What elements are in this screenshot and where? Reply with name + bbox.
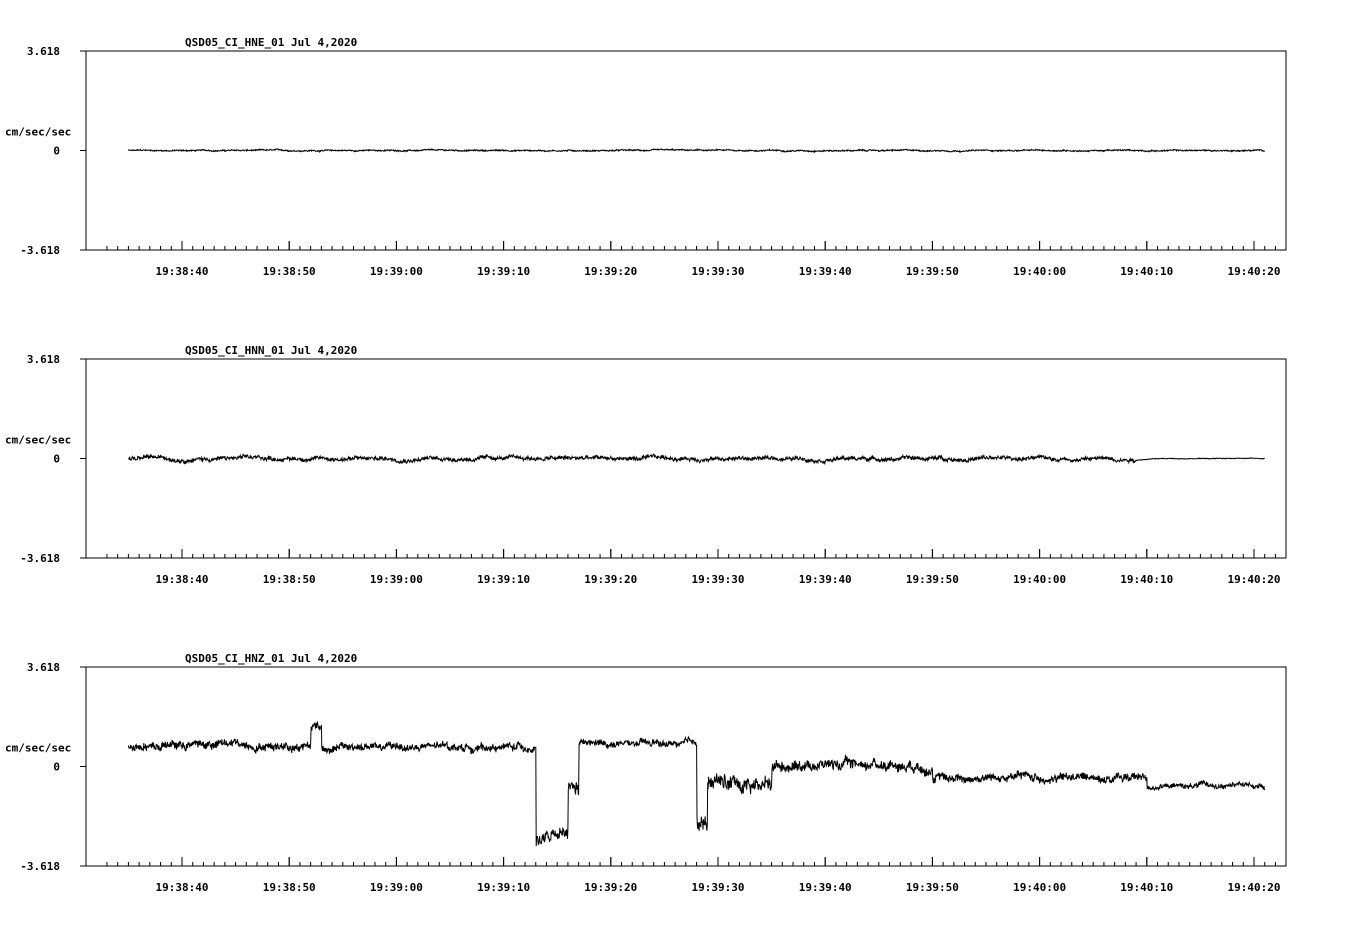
x-tick-label: 19:38:40 [156,265,209,278]
x-tick-label: 19:39:50 [906,265,959,278]
x-tick-label: 19:40:20 [1228,573,1281,586]
chart-title-3: QSD05_CI_HNZ_01 Jul 4,2020 [185,652,357,665]
chart-title-2: QSD05_CI_HNN_01 Jul 4,2020 [185,344,357,357]
x-tick-label: 19:38:50 [263,573,316,586]
seismogram-figure: QSD05_CI_HNE_01 Jul 4,2020 cm/sec/sec 3.61… [5,36,1287,894]
x-tick-label: 19:39:40 [799,573,852,586]
x-tick-label: 19:38:50 [263,881,316,894]
y-tick-label: -3.618 [20,552,60,565]
x-tick-label: 19:39:10 [477,265,530,278]
x-tick-label: 19:39:00 [370,265,423,278]
x-tick-label: 19:39:30 [692,881,745,894]
x-tick-label: 19:40:20 [1228,265,1281,278]
x-tick-label: 19:39:40 [799,265,852,278]
y-tick-label: 0 [53,453,60,466]
x-tick-label: 19:38:50 [263,265,316,278]
y-tick-label: 3.618 [27,45,60,58]
chart-title-1: QSD05_CI_HNE_01 Jul 4,2020 [185,36,357,49]
x-tick-label: 19:40:10 [1120,265,1173,278]
y-tick-label: -3.618 [20,860,60,873]
chart-canvas: QSD05_CI_HNE_01 Jul 4,2020 cm/sec/sec 3.61… [0,0,1358,924]
y-tick-label: 0 [53,761,60,774]
x-tick-label: 19:40:00 [1013,573,1066,586]
y-axis-label-1: cm/sec/sec [5,126,71,139]
x-tick-label: 19:40:00 [1013,265,1066,278]
x-tick-label: 19:39:50 [906,881,959,894]
x-tick-label: 19:39:10 [477,573,530,586]
y-tick-label: 3.618 [27,661,60,674]
x-tick-label: 19:39:10 [477,881,530,894]
x-tick-label: 19:39:20 [584,881,637,894]
waveform-trace-2 [127,453,1265,466]
x-tick-label: 19:39:30 [692,265,745,278]
y-tick-label: 0 [53,145,60,158]
x-tick-label: 19:39:20 [584,573,637,586]
y-axis-label-3: cm/sec/sec [5,742,71,755]
x-tick-label: 19:39:20 [584,265,637,278]
x-tick-label: 19:38:40 [156,573,209,586]
x-tick-label: 19:40:00 [1013,881,1066,894]
x-tick-label: 19:39:00 [370,881,423,894]
x-tick-label: 19:38:40 [156,881,209,894]
waveform-trace-1 [127,147,1266,154]
y-axis-label-2: cm/sec/sec [5,434,71,447]
x-tick-label: 19:40:10 [1120,881,1173,894]
x-tick-label: 19:39:00 [370,573,423,586]
y-tick-label: 3.618 [27,353,60,366]
plot-frame-3 [85,666,1287,867]
waveform-trace-3 [127,720,1266,847]
x-tick-label: 19:39:30 [692,573,745,586]
x-tick-label: 19:40:10 [1120,573,1173,586]
x-tick-label: 19:39:50 [906,573,959,586]
x-tick-label: 19:39:40 [799,881,852,894]
y-tick-label: -3.618 [20,244,60,257]
x-tick-label: 19:40:20 [1228,881,1281,894]
